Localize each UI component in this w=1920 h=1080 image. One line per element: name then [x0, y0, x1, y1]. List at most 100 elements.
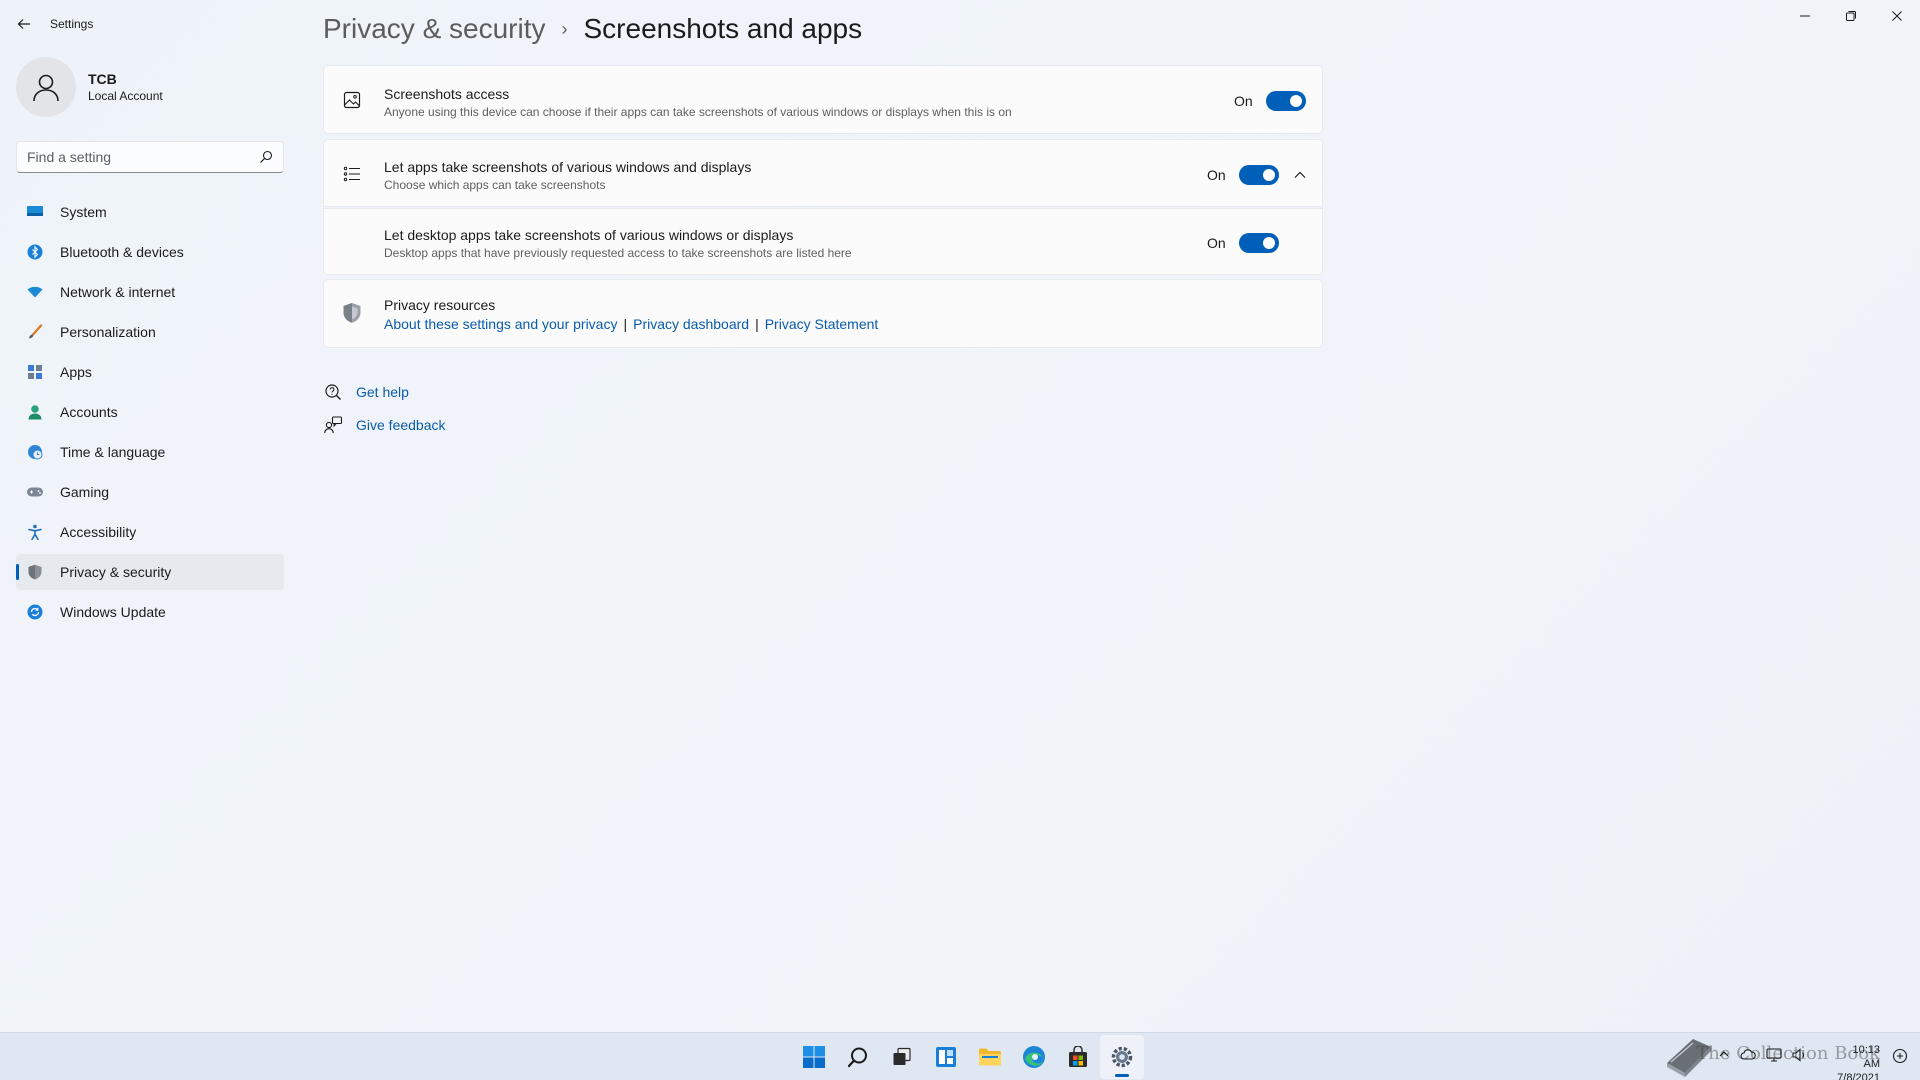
restore-button[interactable] [1828, 0, 1874, 32]
breadcrumb-parent[interactable]: Privacy & security [323, 10, 546, 48]
get-help-row[interactable]: Get help [323, 382, 409, 402]
search-input[interactable] [17, 142, 247, 172]
user-profile[interactable]: TCB Local Account [16, 57, 163, 117]
file-explorer-button[interactable] [968, 1035, 1012, 1079]
profile-name: TCB [88, 71, 117, 87]
shield-icon [26, 563, 44, 581]
windows-start-icon [803, 1046, 825, 1068]
search-icon [847, 1047, 867, 1068]
privacy-resources-title: Privacy resources [384, 297, 496, 313]
app-title: Settings [50, 17, 94, 31]
sidebar-item-apps[interactable]: Apps [16, 354, 284, 390]
get-help-link[interactable]: Get help [356, 384, 409, 400]
apps-icon [26, 363, 44, 381]
gamepad-icon [26, 483, 44, 501]
sidebar-item-label: System [60, 204, 107, 220]
image-icon [342, 90, 362, 110]
privacy-resources-card: Privacy resources About these settings a… [323, 279, 1323, 348]
edge-button[interactable] [1012, 1035, 1056, 1079]
about-settings-link[interactable]: About these settings and your privacy [384, 316, 617, 332]
close-button[interactable] [1874, 0, 1920, 32]
link-separator: | [623, 316, 628, 332]
task-view-button[interactable] [880, 1035, 924, 1079]
minimize-icon [1800, 15, 1810, 17]
sidebar-item-network[interactable]: Network & internet [16, 274, 284, 310]
profile-account-type: Local Account [88, 89, 163, 103]
sidebar-item-label: Gaming [60, 484, 110, 500]
sidebar-item-label: Accounts [60, 404, 118, 420]
settings-taskbar-button[interactable] [1100, 1035, 1144, 1079]
globe-clock-icon [26, 443, 44, 461]
search-icon[interactable] [259, 150, 273, 164]
taskbar-search-button[interactable] [836, 1035, 880, 1079]
sidebar-item-label: Windows Update [60, 604, 166, 620]
volume-icon[interactable] [1792, 1048, 1808, 1062]
update-icon [26, 603, 44, 621]
chevron-up-icon[interactable] [1290, 165, 1310, 185]
give-feedback-link[interactable]: Give feedback [356, 417, 446, 433]
setting-title: Let apps take screenshots of various win… [384, 159, 752, 175]
sidebar-item-time-language[interactable]: Time & language [16, 434, 284, 470]
sidebar-item-label: Bluetooth & devices [60, 244, 184, 260]
sidebar-item-personalization[interactable]: Personalization [16, 314, 284, 350]
chevron-up-icon[interactable] [1718, 1048, 1730, 1060]
privacy-statement-link[interactable]: Privacy Statement [765, 316, 879, 332]
start-button[interactable] [792, 1035, 836, 1079]
help-chat-icon [323, 382, 343, 402]
breadcrumb-separator: › [561, 19, 568, 39]
edge-icon [1023, 1046, 1045, 1068]
widgets-button[interactable] [924, 1035, 968, 1079]
sidebar-item-bluetooth[interactable]: Bluetooth & devices [16, 234, 284, 270]
sidebar-item-accounts[interactable]: Accounts [16, 394, 284, 430]
toggle-state-label: On [1234, 93, 1253, 109]
taskbar: The Collection Book 10:13 AM 7/8/2021 [0, 1032, 1920, 1080]
setting-description: Choose which apps can take screenshots [384, 178, 606, 192]
back-arrow-icon [17, 19, 30, 29]
setting-description: Anyone using this device can choose if t… [384, 105, 1012, 119]
title-bar: Settings [0, 0, 1920, 48]
clock-time: 10:13 AM [1852, 1044, 1880, 1070]
sidebar-item-windows-update[interactable]: Windows Update [16, 594, 284, 630]
toggle-state-label: On [1207, 235, 1226, 251]
accessibility-icon [26, 523, 44, 541]
give-feedback-row[interactable]: Give feedback [323, 415, 446, 435]
close-icon [1892, 11, 1902, 21]
toggle-knob [1290, 95, 1302, 107]
sidebar-item-privacy-security[interactable]: Privacy & security [16, 554, 284, 590]
sidebar-item-label: Personalization [60, 324, 156, 340]
window-controls [1782, 0, 1920, 32]
sidebar-item-label: Network & internet [60, 284, 176, 300]
back-button[interactable] [10, 10, 38, 38]
sidebar-item-gaming[interactable]: Gaming [16, 474, 284, 510]
let-apps-card[interactable]: Let apps take screenshots of various win… [323, 139, 1323, 207]
screenshots-access-toggle[interactable] [1266, 91, 1306, 111]
settings-window: Settings TCB Local Account Find a settin… [0, 0, 1920, 1032]
bluetooth-icon [26, 243, 44, 261]
person-icon [26, 403, 44, 421]
setting-title: Let desktop apps take screenshots of var… [384, 227, 794, 243]
taskbar-apps [792, 1033, 1144, 1080]
let-apps-toggle[interactable] [1239, 165, 1279, 185]
notification-icon[interactable] [1892, 1048, 1908, 1064]
settings-icon [1111, 1046, 1133, 1068]
list-icon [342, 164, 362, 184]
tray-clock[interactable]: 10:13 AM 7/8/2021 [1837, 1043, 1880, 1080]
privacy-dashboard-link[interactable]: Privacy dashboard [633, 316, 749, 332]
minimize-button[interactable] [1782, 0, 1828, 32]
privacy-links: About these settings and your privacy | … [384, 316, 878, 332]
store-button[interactable] [1056, 1035, 1100, 1079]
tray-icons [1718, 1048, 1808, 1062]
feedback-icon [323, 415, 343, 435]
let-desktop-apps-toggle[interactable] [1239, 233, 1279, 253]
shield-icon [342, 303, 362, 323]
sidebar-item-accessibility[interactable]: Accessibility [16, 514, 284, 550]
setting-title: Screenshots access [384, 86, 510, 102]
network-display-icon[interactable] [1766, 1048, 1782, 1062]
wifi-icon [26, 283, 44, 301]
toggle-knob [1263, 169, 1275, 181]
sidebar-item-system[interactable]: System [16, 194, 284, 230]
task-view-icon [893, 1047, 911, 1065]
toggle-state-label: On [1207, 167, 1226, 183]
cloud-icon[interactable] [1740, 1048, 1756, 1060]
person-icon [33, 74, 59, 102]
